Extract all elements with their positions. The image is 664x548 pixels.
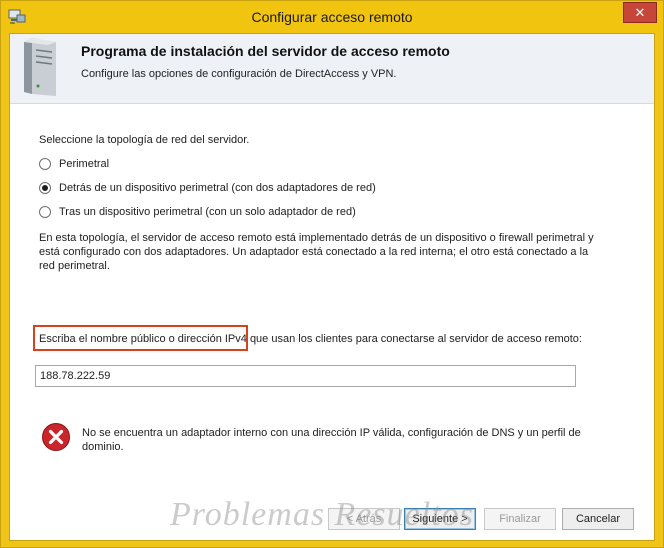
radio-label: Perimetral <box>59 158 110 170</box>
topology-description: En esta topología, el servidor de acceso… <box>39 232 594 272</box>
radio-option-perimetral[interactable]: Perimetral <box>39 156 109 172</box>
radio-label: Detrás de un dispositivo perimetral (con… <box>59 182 376 194</box>
next-button[interactable]: Siguiente > <box>404 508 476 530</box>
page-title: Programa de instalación del servidor de … <box>81 43 450 59</box>
page-subtitle: Configure las opciones de configuración … <box>81 68 397 80</box>
radio-option-one-adapter[interactable]: Tras un dispositivo perimetral (con un s… <box>39 204 356 220</box>
cancel-button[interactable]: Cancelar <box>562 508 634 530</box>
radio-button[interactable] <box>39 206 51 218</box>
title-bar[interactable]: Configurar acceso remoto ✕ <box>1 1 663 33</box>
error-x-icon <box>42 423 70 451</box>
radio-label: Tras un dispositivo perimetral (con un s… <box>59 206 356 218</box>
highlight-box <box>33 325 248 351</box>
radio-button[interactable] <box>39 158 51 170</box>
wizard-header: Programa de instalación del servidor de … <box>10 34 654 104</box>
dialog-window: Configurar acceso remoto ✕ Programa de i… <box>0 0 664 548</box>
close-button[interactable]: ✕ <box>623 2 657 23</box>
back-button[interactable]: < Atrás <box>328 508 400 530</box>
server-icon <box>24 38 56 96</box>
radio-option-two-adapters[interactable]: Detrás de un dispositivo perimetral (con… <box>39 180 376 196</box>
topology-prompt: Seleccione la topología de red del servi… <box>39 134 250 146</box>
radio-button-checked[interactable] <box>39 182 51 194</box>
window-title: Configurar acceso remoto <box>251 9 413 25</box>
finish-button[interactable]: Finalizar <box>484 508 556 530</box>
dialog-body: Programa de instalación del servidor de … <box>9 33 655 541</box>
error-message: No se encuentra un adaptador interno con… <box>82 427 581 453</box>
public-address-input[interactable] <box>35 365 576 387</box>
